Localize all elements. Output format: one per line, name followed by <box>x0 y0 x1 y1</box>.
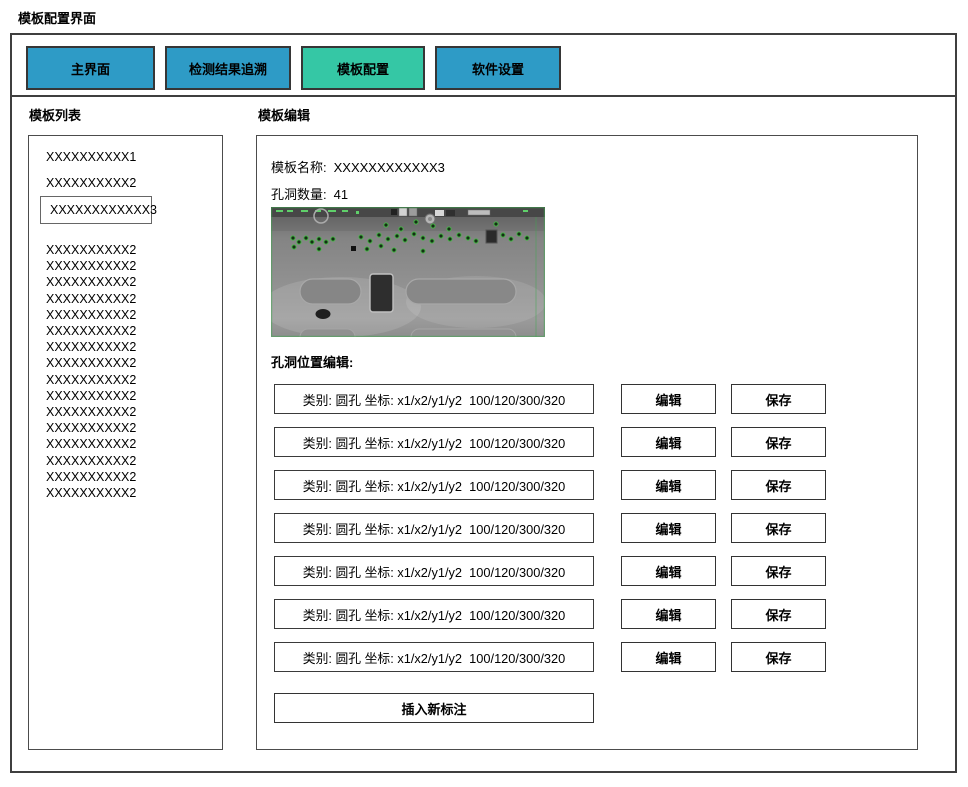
template-list-item[interactable]: XXXXXXXXXX2 <box>46 242 136 258</box>
hole-count-value: 41 <box>334 187 348 202</box>
template-list-item[interactable]: XXXXXXXXXX2 <box>46 388 136 404</box>
hole-row-field[interactable]: 类别: 圆孔 坐标: x1/x2/y1/y2 100/120/300/320 <box>274 599 594 629</box>
edit-button[interactable]: 编辑 <box>621 384 716 414</box>
template-list-item[interactable]: XXXXXXXXXX1 <box>46 150 136 164</box>
template-list-item[interactable]: XXXXXXXXXX2 <box>46 274 136 290</box>
tab-bar: 主界面 检测结果追溯 模板配置 软件设置 <box>26 46 561 90</box>
hole-position-edit-label: 孔洞位置编辑: <box>271 352 353 371</box>
template-list-item[interactable]: XXXXXXXXXX2 <box>46 436 136 452</box>
save-button[interactable]: 保存 <box>731 556 826 586</box>
save-button[interactable]: 保存 <box>731 513 826 543</box>
template-list-item[interactable]: XXXXXXXXXX2 <box>46 307 136 323</box>
template-name-label: 模板名称: <box>271 160 327 175</box>
template-list-item[interactable]: XXXXXXXXXX2 <box>46 420 136 436</box>
template-preview-image <box>271 207 545 337</box>
template-list-items: XXXXXXXXXX2XXXXXXXXXX2XXXXXXXXXX2XXXXXXX… <box>46 242 136 501</box>
hole-row: 类别: 圆孔 坐标: x1/x2/y1/y2 100/120/300/320 编… <box>274 427 849 457</box>
template-edit-title: 模板编辑 <box>258 105 310 124</box>
hole-row: 类别: 圆孔 坐标: x1/x2/y1/y2 100/120/300/320 编… <box>274 470 849 500</box>
template-list-item[interactable]: XXXXXXXXXX2 <box>46 176 136 190</box>
edit-button[interactable]: 编辑 <box>621 470 716 500</box>
edit-button[interactable]: 编辑 <box>621 642 716 672</box>
hole-row-field[interactable]: 类别: 圆孔 坐标: x1/x2/y1/y2 100/120/300/320 <box>274 427 594 457</box>
edit-button[interactable]: 编辑 <box>621 427 716 457</box>
template-list-item[interactable]: XXXXXXXXXX2 <box>46 323 136 339</box>
save-button[interactable]: 保存 <box>731 642 826 672</box>
edit-button[interactable]: 编辑 <box>621 599 716 629</box>
template-list-item[interactable]: XXXXXXXXXX2 <box>46 258 136 274</box>
edit-button[interactable]: 编辑 <box>621 556 716 586</box>
main-window: 主界面 检测结果追溯 模板配置 软件设置 模板列表 模板编辑 XXXXXXXXX… <box>10 33 957 773</box>
template-name-line: 模板名称: XXXXXXXXXXXX3 <box>271 157 445 176</box>
save-button[interactable]: 保存 <box>731 470 826 500</box>
template-list-title: 模板列表 <box>29 105 81 124</box>
hole-rows: 类别: 圆孔 坐标: x1/x2/y1/y2 100/120/300/320 编… <box>274 384 849 685</box>
template-list-item[interactable]: XXXXXXXXXX2 <box>46 339 136 355</box>
edit-button[interactable]: 编辑 <box>621 513 716 543</box>
template-list-item[interactable]: XXXXXXXXXX2 <box>46 485 136 501</box>
template-list-item[interactable]: XXXXXXXXXX2 <box>46 469 136 485</box>
hole-row-field[interactable]: 类别: 圆孔 坐标: x1/x2/y1/y2 100/120/300/320 <box>274 470 594 500</box>
hole-row: 类别: 圆孔 坐标: x1/x2/y1/y2 100/120/300/320 编… <box>274 599 849 629</box>
save-button[interactable]: 保存 <box>731 599 826 629</box>
template-edit-box: 模板名称: XXXXXXXXXXXX3 孔洞数量: 41 <box>256 135 918 750</box>
hole-row-field[interactable]: 类别: 圆孔 坐标: x1/x2/y1/y2 100/120/300/320 <box>274 556 594 586</box>
selected-template-item[interactable]: XXXXXXXXXXXX3 <box>40 196 152 224</box>
hole-count-line: 孔洞数量: 41 <box>271 184 348 203</box>
template-list-item[interactable]: XXXXXXXXXX2 <box>46 453 136 469</box>
hole-count-label: 孔洞数量: <box>271 187 327 202</box>
hole-row-field[interactable]: 类别: 圆孔 坐标: x1/x2/y1/y2 100/120/300/320 <box>274 513 594 543</box>
hole-row-field[interactable]: 类别: 圆孔 坐标: x1/x2/y1/y2 100/120/300/320 <box>274 384 594 414</box>
hole-row-field[interactable]: 类别: 圆孔 坐标: x1/x2/y1/y2 100/120/300/320 <box>274 642 594 672</box>
template-list-item[interactable]: XXXXXXXXXX2 <box>46 372 136 388</box>
hole-row: 类别: 圆孔 坐标: x1/x2/y1/y2 100/120/300/320 编… <box>274 384 849 414</box>
template-list-item[interactable]: XXXXXXXXXX2 <box>46 404 136 420</box>
tabbar-divider <box>12 95 955 97</box>
template-list-item[interactable]: XXXXXXXXXX2 <box>46 291 136 307</box>
page-title: 模板配置界面 <box>18 8 96 27</box>
insert-annotation-button[interactable]: 插入新标注 <box>274 693 594 723</box>
template-name-value: XXXXXXXXXXXX3 <box>334 160 445 175</box>
save-button[interactable]: 保存 <box>731 384 826 414</box>
hole-row: 类别: 圆孔 坐标: x1/x2/y1/y2 100/120/300/320 编… <box>274 642 849 672</box>
template-list-item[interactable]: XXXXXXXXXX2 <box>46 355 136 371</box>
tab-software-settings[interactable]: 软件设置 <box>435 46 561 90</box>
tab-template-config[interactable]: 模板配置 <box>301 46 425 90</box>
tab-detection-trace[interactable]: 检测结果追溯 <box>165 46 291 90</box>
hole-row: 类别: 圆孔 坐标: x1/x2/y1/y2 100/120/300/320 编… <box>274 556 849 586</box>
hole-row: 类别: 圆孔 坐标: x1/x2/y1/y2 100/120/300/320 编… <box>274 513 849 543</box>
template-list-box: XXXXXXXXXX1 XXXXXXXXXX2 XXXXXXXXXXXX3 XX… <box>28 135 223 750</box>
save-button[interactable]: 保存 <box>731 427 826 457</box>
tab-main[interactable]: 主界面 <box>26 46 155 90</box>
